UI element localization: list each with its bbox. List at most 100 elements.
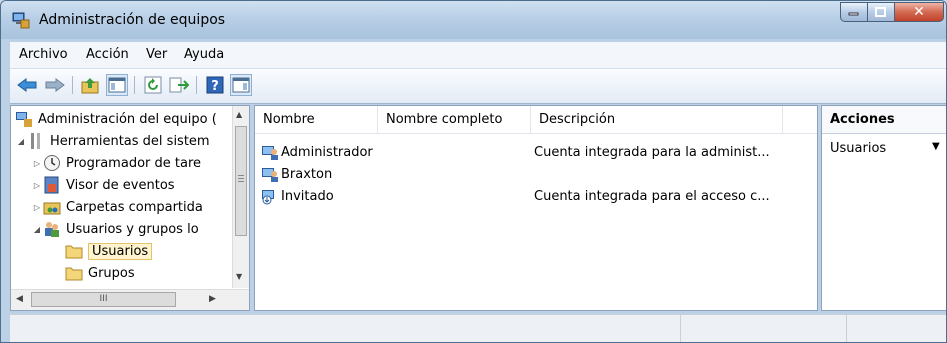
tree-item-system-tools[interactable]: ◢ Herramientas del sistem — [15, 130, 210, 152]
menu-ver[interactable]: Ver — [146, 47, 167, 62]
show-hide-tree-button[interactable] — [106, 74, 128, 96]
user-icon — [261, 143, 279, 161]
tree-item-label: Grupos — [88, 265, 135, 281]
user-name: Braxton — [281, 166, 333, 182]
scroll-up-arrow-icon[interactable]: ▲ — [236, 110, 242, 119]
tools-icon — [27, 132, 45, 150]
show-hide-tree-icon — [108, 77, 126, 93]
disabled-user-icon — [261, 187, 279, 205]
tree-item-label: Visor de eventos — [66, 177, 175, 193]
user-description: Cuenta integrada para el acceso c... — [534, 188, 770, 204]
maximize-button[interactable] — [867, 2, 895, 22]
column-label: Descripción — [539, 112, 616, 127]
scroll-right-arrow-icon[interactable]: ▶ — [209, 294, 216, 304]
list-header: Nombre Nombre completo Descripción — [255, 106, 817, 134]
refresh-icon — [144, 76, 162, 94]
close-icon: ✕ — [913, 4, 925, 20]
scroll-down-arrow-icon[interactable]: ▼ — [236, 272, 242, 281]
actions-section-usuarios[interactable]: Usuarios ▼ — [822, 134, 946, 162]
user-icon — [261, 165, 279, 183]
event-viewer-icon — [43, 176, 61, 194]
tree-item-label: Herramientas del sistem — [50, 133, 210, 149]
status-bar — [10, 314, 946, 342]
table-row[interactable]: Invitado Cuenta integrada para el acceso… — [261, 185, 770, 207]
users-list: Nombre Nombre completo Descripción Admin… — [254, 105, 818, 311]
column-label: Nombre — [263, 112, 315, 127]
table-row[interactable]: Administrador Cuenta integrada para la a… — [261, 141, 770, 163]
close-button[interactable]: ✕ — [894, 2, 944, 22]
status-divider — [680, 315, 681, 342]
collapsed-arrow-icon[interactable]: ▷ — [31, 181, 43, 190]
tree-item-label-selected: Usuarios — [88, 242, 153, 260]
computer-management-icon — [15, 110, 33, 128]
tree-item-local-users-groups[interactable]: ◢ Usuarios y grupos lo — [31, 218, 199, 240]
export-list-icon — [169, 77, 189, 93]
computer-management-window: Administración de equipos ✕ Archivo Acci… — [0, 0, 947, 343]
collapsed-arrow-icon[interactable]: ▷ — [31, 159, 43, 168]
expanded-arrow-icon[interactable]: ◢ — [31, 225, 43, 234]
menu-bar: Archivo Acción Ver Ayuda — [10, 42, 946, 69]
actions-pane: Acciones Usuarios ▼ — [821, 105, 946, 311]
column-label: Nombre completo — [386, 112, 503, 127]
status-divider — [846, 315, 847, 342]
shared-folders-icon — [43, 198, 61, 216]
user-description: Cuenta integrada para la administ... — [534, 144, 770, 160]
tree-item-shared-folders[interactable]: ▷ Carpetas compartida — [31, 196, 203, 218]
user-name: Invitado — [281, 188, 334, 204]
show-hide-action-pane-icon — [232, 77, 250, 93]
forward-button[interactable] — [44, 74, 66, 96]
tree-item-label: Programador de tare — [66, 155, 202, 171]
window-title: Administración de equipos — [39, 12, 226, 28]
menu-ayuda[interactable]: Ayuda — [184, 47, 224, 62]
expanded-arrow-icon[interactable]: ◢ — [15, 137, 27, 146]
back-button[interactable] — [16, 74, 38, 96]
column-header-nombre-completo[interactable]: Nombre completo — [378, 106, 531, 133]
scrollbar-thumb[interactable] — [235, 126, 247, 236]
tree-item-label: Administración del equipo ( — [38, 111, 217, 127]
toolbar-separator — [134, 76, 135, 94]
svg-text:?: ? — [211, 79, 219, 94]
toolbar-separator — [72, 76, 73, 94]
tree-horizontal-scrollbar[interactable]: ◀ III ▶ — [11, 289, 249, 310]
scrollbar-thumb[interactable]: III — [31, 292, 176, 307]
tree-item-grupos[interactable]: Grupos — [65, 262, 135, 284]
tree-item-label: Carpetas compartida — [66, 199, 203, 215]
minimize-button[interactable] — [840, 2, 868, 22]
export-list-button[interactable] — [168, 74, 190, 96]
tree-item-computer-management[interactable]: Administración del equipo ( — [15, 108, 217, 130]
help-button[interactable]: ? — [204, 74, 226, 96]
menu-accion[interactable]: Acción — [86, 47, 129, 62]
up-folder-icon — [81, 78, 99, 94]
refresh-button[interactable] — [142, 74, 164, 96]
column-header-descripcion[interactable]: Descripción — [531, 106, 783, 133]
table-row[interactable]: Braxton — [261, 163, 534, 185]
back-arrow-icon — [17, 78, 37, 92]
menu-archivo[interactable]: Archivo — [19, 47, 68, 62]
tree-vertical-scrollbar[interactable]: ▲ ▼ — [232, 106, 249, 288]
computer-management-icon — [12, 11, 30, 29]
actions-section-label: Usuarios — [830, 141, 887, 156]
help-icon: ? — [206, 76, 224, 94]
users-groups-icon — [43, 220, 61, 238]
scroll-left-arrow-icon[interactable]: ◀ — [16, 294, 23, 304]
up-one-level-button[interactable] — [80, 74, 102, 96]
folder-icon — [65, 264, 83, 282]
actions-title: Acciones — [830, 112, 895, 127]
tree-item-task-scheduler[interactable]: ▷ Programador de tare — [31, 152, 201, 174]
tree-item-usuarios[interactable]: Usuarios — [65, 240, 153, 262]
collapsed-arrow-icon[interactable]: ▷ — [31, 203, 43, 212]
column-header-nombre[interactable]: Nombre — [255, 106, 378, 133]
user-name: Administrador — [281, 144, 373, 160]
forward-arrow-icon — [45, 78, 65, 92]
tree-item-label: Usuarios y grupos lo — [66, 221, 199, 237]
navigation-tree: Administración del equipo ( ◢ Herramient… — [10, 105, 250, 311]
clock-icon — [43, 154, 61, 172]
toolbar: ? — [10, 69, 946, 104]
folder-icon — [65, 242, 83, 260]
toolbar-separator — [196, 76, 197, 94]
tree-item-event-viewer[interactable]: ▷ Visor de eventos — [31, 174, 175, 196]
title-bar[interactable]: Administración de equipos ✕ — [1, 1, 946, 39]
show-hide-action-pane-button[interactable] — [230, 74, 252, 96]
dropdown-arrow-icon[interactable]: ▼ — [932, 141, 940, 152]
actions-header: Acciones — [822, 106, 946, 134]
